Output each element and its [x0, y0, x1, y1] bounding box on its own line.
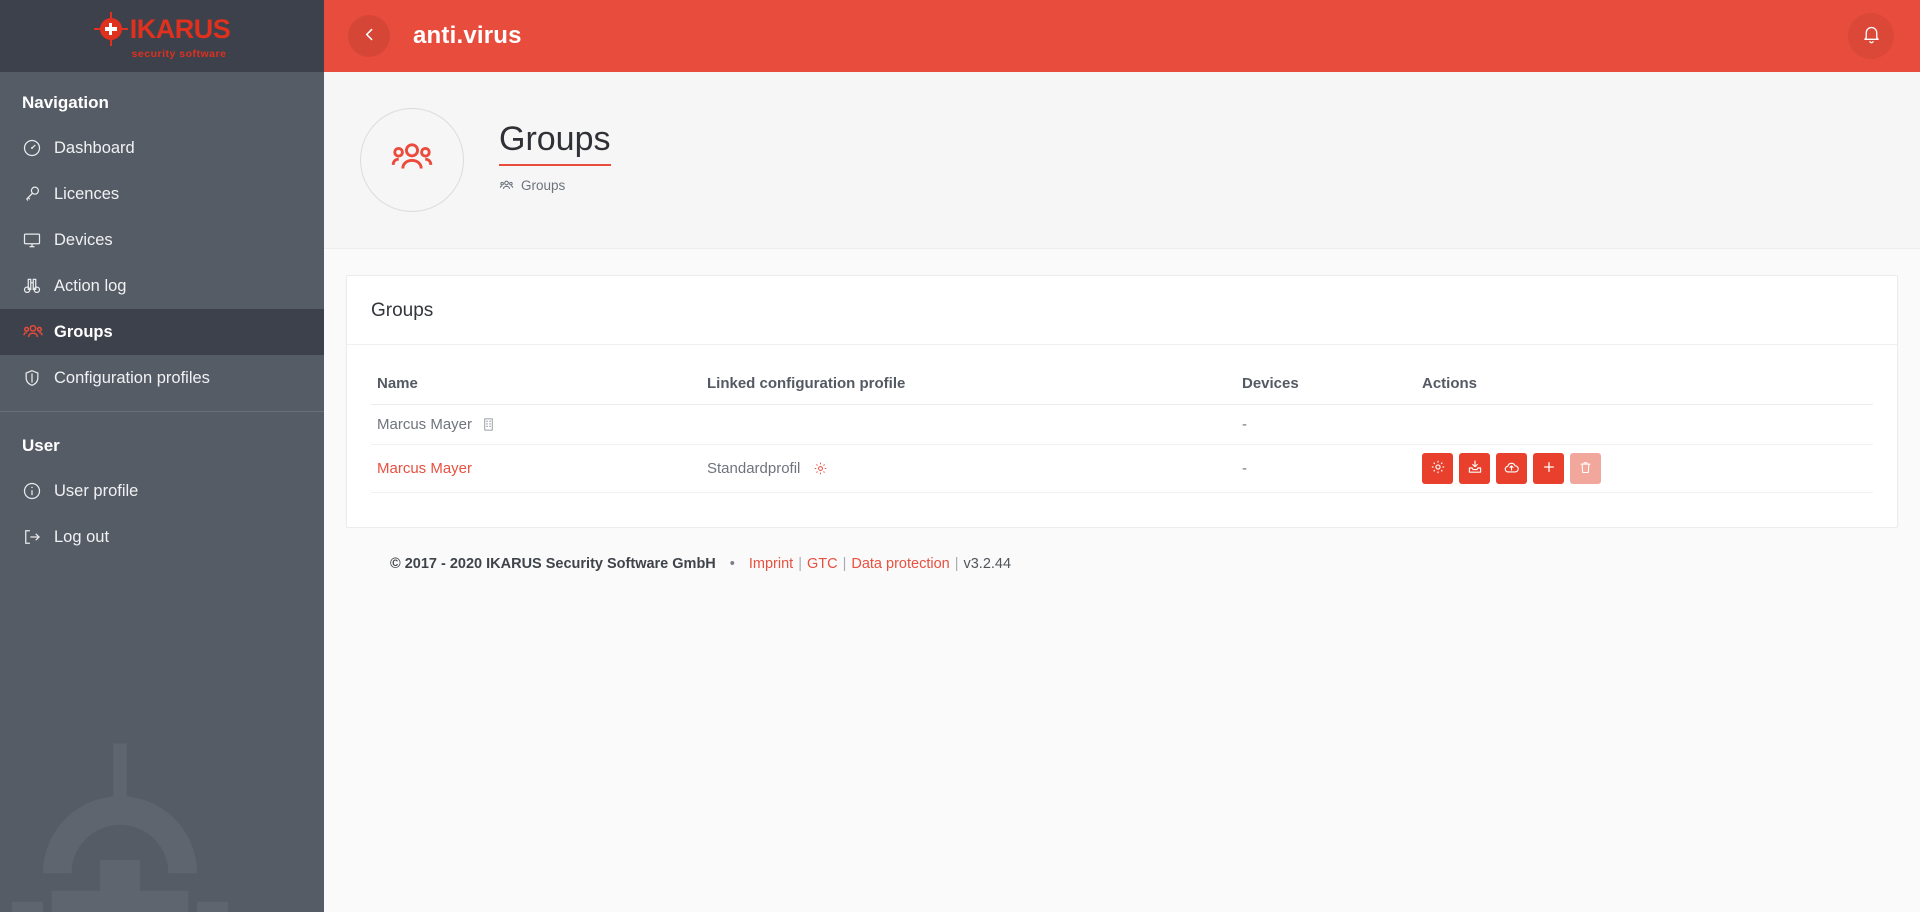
- page-title: Groups: [499, 121, 611, 166]
- sidebar-item-label: Groups: [54, 322, 113, 341]
- cell-linked-profile: [701, 404, 1236, 445]
- footer-pipe: |: [842, 556, 847, 572]
- sidebar-item-label: Action log: [54, 276, 127, 295]
- notifications-button[interactable]: [1848, 13, 1894, 59]
- footer-separator-dot: •: [729, 556, 735, 572]
- table-body: Marcus Mayer - Marcus Mayer Standardprof…: [371, 404, 1873, 493]
- column-header-devices: Devices: [1236, 367, 1416, 405]
- user-section-heading: User: [22, 436, 60, 455]
- content-area: Groups Name Linked configuration profile…: [324, 249, 1920, 912]
- ikarus-watermark: [10, 728, 230, 912]
- table-header-row: Name Linked configuration profile Device…: [371, 367, 1873, 405]
- column-header-name: Name: [371, 367, 701, 405]
- sidebar-item-label: Devices: [54, 230, 113, 249]
- app-root: IKARUS security software Navigation Dash…: [0, 0, 1920, 912]
- plus-icon: [1541, 459, 1557, 478]
- table-row: Marcus Mayer -: [371, 404, 1873, 445]
- main-region: anti.virus Groups Groups Groups Name Lin…: [324, 0, 1920, 912]
- ikarus-crosshair-icon: [93, 12, 128, 46]
- sidebar-item-label: Licences: [54, 184, 120, 203]
- sidebar-item-groups[interactable]: Groups: [0, 309, 324, 355]
- delete-action-button[interactable]: [1570, 453, 1601, 484]
- version-label: v3.2.44: [963, 556, 1012, 572]
- brand-wordmark: IKARUS: [129, 13, 231, 44]
- card-body: Name Linked configuration profile Device…: [347, 345, 1897, 527]
- cell-devices: -: [1236, 404, 1416, 445]
- sidebar-item-configuration-profiles[interactable]: Configuration profiles: [0, 355, 324, 401]
- cell-devices: -: [1236, 444, 1416, 493]
- sidebar: IKARUS security software Navigation Dash…: [0, 0, 324, 912]
- sidebar-item-action-log[interactable]: Action log: [0, 263, 324, 309]
- download-inbox-icon: [1467, 459, 1483, 478]
- avatar: [360, 108, 464, 212]
- table-head: Name Linked configuration profile Device…: [371, 367, 1873, 405]
- people-group-icon: [22, 321, 52, 343]
- building-icon: [481, 417, 496, 432]
- sidebar-item-user-profile[interactable]: User profile: [0, 468, 324, 514]
- column-header-linked-configuration-profile: Linked configuration profile: [701, 367, 1236, 405]
- nav-section-heading: Navigation: [22, 93, 109, 112]
- people-group-icon: [499, 178, 514, 193]
- copyright-text: © 2017 - 2020 IKARUS Security Software G…: [390, 556, 716, 572]
- footer-pipe: |: [954, 556, 959, 572]
- monitor-icon: [22, 230, 52, 250]
- brand-tagline: security software: [131, 48, 227, 60]
- cell-actions: [1416, 444, 1873, 493]
- key-icon: [22, 184, 52, 204]
- app-title: anti.virus: [413, 22, 522, 49]
- cloud-upload-icon: [1503, 459, 1520, 479]
- add-action-button[interactable]: [1533, 453, 1564, 484]
- shield-icon: [22, 368, 52, 388]
- back-button[interactable]: [348, 15, 390, 57]
- sidebar-item-label: Dashboard: [54, 138, 135, 157]
- footer: © 2017 - 2020 IKARUS Security Software G…: [346, 528, 1898, 572]
- card-title: Groups: [347, 276, 1897, 345]
- group-name-link[interactable]: Marcus Mayer: [377, 460, 472, 477]
- footer-link-imprint[interactable]: Imprint: [749, 556, 793, 572]
- sidebar-item-log-out[interactable]: Log out: [0, 514, 324, 560]
- cloud-upload-action-button[interactable]: [1496, 453, 1527, 484]
- info-circle-icon: [22, 481, 52, 501]
- cell-name: Marcus Mayer: [371, 444, 701, 493]
- download-action-button[interactable]: [1459, 453, 1490, 484]
- sidebar-item-label: Log out: [54, 527, 110, 546]
- top-bar: anti.virus: [324, 0, 1920, 72]
- chevron-left-icon: [361, 26, 378, 46]
- sidebar-nav: Navigation Dashboard Licences Devices Ac…: [0, 72, 324, 560]
- gear-icon: [1430, 459, 1446, 478]
- group-name-text: Marcus Mayer: [377, 416, 473, 433]
- logout-icon: [22, 527, 52, 547]
- sidebar-item-label: Configuration profiles: [54, 368, 210, 387]
- sidebar-item-devices[interactable]: Devices: [0, 217, 324, 263]
- brand-logo[interactable]: IKARUS security software: [0, 0, 324, 72]
- trash-icon: [1578, 460, 1593, 478]
- sidebar-item-dashboard[interactable]: Dashboard: [0, 125, 324, 171]
- binoculars-icon: [22, 276, 52, 296]
- footer-link-data-protection[interactable]: Data protection: [851, 556, 949, 572]
- cell-name: Marcus Mayer: [371, 404, 701, 445]
- sidebar-item-label: User profile: [54, 481, 139, 500]
- cell-linked-profile: Standardprofil: [701, 444, 1236, 493]
- people-group-icon: [389, 135, 435, 186]
- footer-pipe: |: [798, 556, 802, 572]
- table-row: Marcus Mayer Standardprofil -: [371, 444, 1873, 493]
- breadcrumb-label[interactable]: Groups: [521, 178, 565, 193]
- page-header: Groups Groups: [324, 72, 1920, 249]
- cell-actions: [1416, 404, 1873, 445]
- speedometer-icon: [22, 138, 52, 158]
- sidebar-item-licences[interactable]: Licences: [0, 171, 324, 217]
- settings-action-button[interactable]: [1422, 453, 1453, 484]
- gear-icon[interactable]: [813, 461, 828, 476]
- breadcrumb: Groups: [499, 178, 611, 193]
- column-header-actions: Actions: [1416, 367, 1873, 405]
- bell-icon: [1861, 24, 1882, 48]
- groups-table: Name Linked configuration profile Device…: [371, 367, 1873, 493]
- groups-card: Groups Name Linked configuration profile…: [346, 275, 1898, 528]
- profile-name-text: Standardprofil: [707, 460, 801, 477]
- footer-link-gtc[interactable]: GTC: [807, 556, 838, 572]
- row-action-buttons: [1422, 453, 1867, 484]
